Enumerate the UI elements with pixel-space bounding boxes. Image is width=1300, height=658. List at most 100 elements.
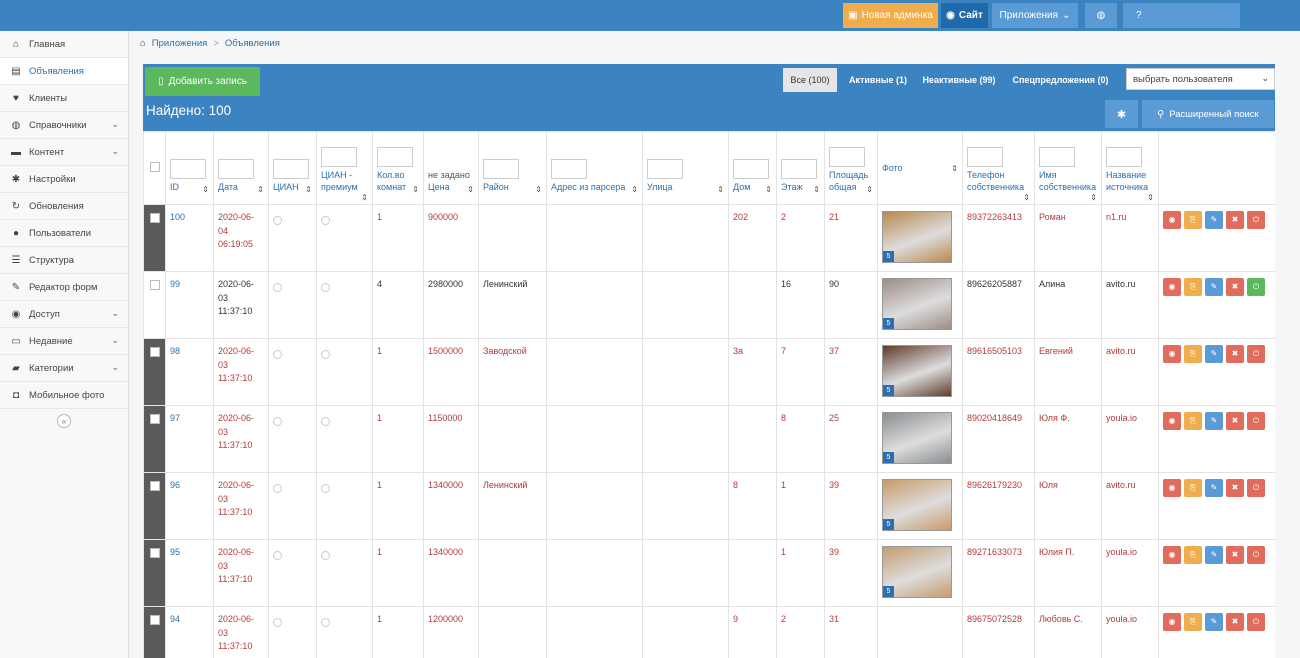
- col-house[interactable]: Дом ⇕: [728, 131, 777, 205]
- copy-button[interactable]: ⎘: [1184, 211, 1202, 229]
- col-owner-name[interactable]: Имя собственника ⇕: [1034, 131, 1102, 205]
- phone-filter-input[interactable]: [967, 147, 1003, 167]
- copy-button[interactable]: ⎘: [1184, 412, 1202, 430]
- col-photo[interactable]: Фото ⇕: [877, 131, 963, 205]
- cian-premium-radio[interactable]: [321, 216, 330, 225]
- cell-id[interactable]: 99: [165, 271, 214, 339]
- col-street[interactable]: Улица ⇕: [642, 131, 729, 205]
- source-filter-input[interactable]: [1106, 147, 1142, 167]
- cian-radio[interactable]: [273, 484, 282, 493]
- cell-id[interactable]: 96: [165, 472, 214, 540]
- toggle-active-button[interactable]: ⏻: [1247, 211, 1265, 229]
- sidebar-item[interactable]: ◍ Справочники ⌄: [0, 112, 128, 139]
- col-price[interactable]: не задано Цена ⇕: [423, 131, 479, 205]
- edit-button[interactable]: ✎: [1205, 412, 1223, 430]
- copy-button[interactable]: ⎘: [1184, 278, 1202, 296]
- col-area[interactable]: Площадь общая ⇕: [824, 131, 878, 205]
- listing-photo[interactable]: 5: [882, 546, 952, 598]
- view-button[interactable]: ◉: [1163, 211, 1181, 229]
- col-owner-phone[interactable]: Телефон собственника ⇕: [962, 131, 1035, 205]
- row-checkbox[interactable]: [149, 481, 160, 491]
- cian-premium-radio[interactable]: [321, 417, 330, 426]
- listing-photo[interactable]: 5: [882, 479, 952, 531]
- delete-button[interactable]: ✖: [1226, 345, 1244, 363]
- col-cian[interactable]: ЦИАН ⇕: [268, 131, 317, 205]
- col-district[interactable]: Район ⇕: [478, 131, 547, 205]
- cian-premium-radio[interactable]: [321, 618, 330, 627]
- filter-all-tab[interactable]: Все (100): [783, 68, 837, 92]
- listing-photo[interactable]: 5: [882, 412, 952, 464]
- add-record-button[interactable]: ▯ Добавить запись: [145, 67, 260, 96]
- filter-inactive-tab[interactable]: Неактивные (99): [919, 68, 999, 92]
- edit-button[interactable]: ✎: [1205, 211, 1223, 229]
- sidebar-item[interactable]: ☰ Структура: [0, 247, 128, 274]
- parser-address-filter-input[interactable]: [551, 159, 587, 179]
- edit-button[interactable]: ✎: [1205, 345, 1223, 363]
- cian-premium-radio[interactable]: [321, 350, 330, 359]
- cian-premium-radio[interactable]: [321, 551, 330, 560]
- home-icon[interactable]: ⌂: [140, 38, 146, 49]
- listing-photo[interactable]: 5: [882, 345, 952, 397]
- help-button[interactable]: ?: [1123, 3, 1240, 28]
- sidebar-item[interactable]: ▤ Объявления: [0, 58, 128, 85]
- cian-radio[interactable]: [273, 350, 282, 359]
- cian-premium-radio[interactable]: [321, 283, 330, 292]
- sidebar-item[interactable]: ⌂ Главная: [0, 31, 128, 58]
- delete-button[interactable]: ✖: [1226, 479, 1244, 497]
- select-all-checkbox[interactable]: [149, 162, 160, 172]
- id-filter-input[interactable]: [170, 159, 206, 179]
- col-cian-premium[interactable]: ЦИАН - премиум ⇕: [316, 131, 373, 205]
- cell-id[interactable]: 100: [165, 204, 214, 272]
- floor-filter-input[interactable]: [781, 159, 817, 179]
- col-source[interactable]: Название источника ⇕: [1101, 131, 1159, 205]
- toggle-active-button[interactable]: ⏻: [1247, 412, 1265, 430]
- cell-id[interactable]: 97: [165, 405, 214, 473]
- toggle-active-button[interactable]: ⏻: [1247, 345, 1265, 363]
- toggle-active-button[interactable]: ⏻: [1247, 613, 1265, 631]
- view-button[interactable]: ◉: [1163, 278, 1181, 296]
- owner-filter-input[interactable]: [1039, 147, 1075, 167]
- row-checkbox[interactable]: [149, 414, 160, 424]
- cian-filter-input[interactable]: [273, 159, 309, 179]
- sidebar-item[interactable]: ▭ Недавние ⌄: [0, 328, 128, 355]
- delete-button[interactable]: ✖: [1226, 613, 1244, 631]
- delete-button[interactable]: ✖: [1226, 412, 1244, 430]
- cian-premium-filter-input[interactable]: [321, 147, 357, 167]
- sidebar-item[interactable]: ◉ Доступ ⌄: [0, 301, 128, 328]
- cian-radio[interactable]: [273, 551, 282, 560]
- site-button[interactable]: ◉ Сайт: [941, 3, 988, 28]
- sidebar-item[interactable]: ◘ Мобильное фото: [0, 382, 128, 409]
- filter-special-tab[interactable]: Спецпредложения (0): [1009, 68, 1112, 92]
- settings-button[interactable]: ✱: [1105, 100, 1138, 128]
- view-button[interactable]: ◉: [1163, 613, 1181, 631]
- cian-radio[interactable]: [273, 417, 282, 426]
- apps-dropdown[interactable]: Приложения ⌄: [992, 3, 1078, 28]
- row-checkbox[interactable]: [149, 280, 160, 290]
- edit-button[interactable]: ✎: [1205, 546, 1223, 564]
- sidebar-item[interactable]: ▰ Категории ⌄: [0, 355, 128, 382]
- breadcrumb-apps[interactable]: Приложения: [152, 38, 208, 49]
- sidebar-item[interactable]: ✎ Редактор форм: [0, 274, 128, 301]
- cell-id[interactable]: 94: [165, 606, 214, 658]
- edit-button[interactable]: ✎: [1205, 479, 1223, 497]
- delete-button[interactable]: ✖: [1226, 546, 1244, 564]
- col-floor[interactable]: Этаж ⇕: [776, 131, 825, 205]
- copy-button[interactable]: ⎘: [1184, 613, 1202, 631]
- copy-button[interactable]: ⎘: [1184, 546, 1202, 564]
- row-checkbox[interactable]: [149, 213, 160, 223]
- sidebar-item[interactable]: ✱ Настройки: [0, 166, 128, 193]
- toggle-active-button[interactable]: ⏻: [1247, 278, 1265, 296]
- row-checkbox[interactable]: [149, 615, 160, 625]
- cell-id[interactable]: 98: [165, 338, 214, 406]
- toggle-active-button[interactable]: ⏻: [1247, 479, 1265, 497]
- cian-radio[interactable]: [273, 216, 282, 225]
- edit-button[interactable]: ✎: [1205, 278, 1223, 296]
- col-rooms[interactable]: Кол.во комнат ⇕: [372, 131, 424, 205]
- district-filter-input[interactable]: [483, 159, 519, 179]
- advanced-search-button[interactable]: ⚲ Расширенный поиск: [1142, 100, 1274, 128]
- collapse-sidebar-button[interactable]: «: [57, 414, 71, 428]
- copy-button[interactable]: ⎘: [1184, 479, 1202, 497]
- sidebar-item[interactable]: ↻ Обновления: [0, 193, 128, 220]
- rooms-filter-input[interactable]: [377, 147, 413, 167]
- col-parser-address[interactable]: Адрес из парсера ⇕: [546, 131, 643, 205]
